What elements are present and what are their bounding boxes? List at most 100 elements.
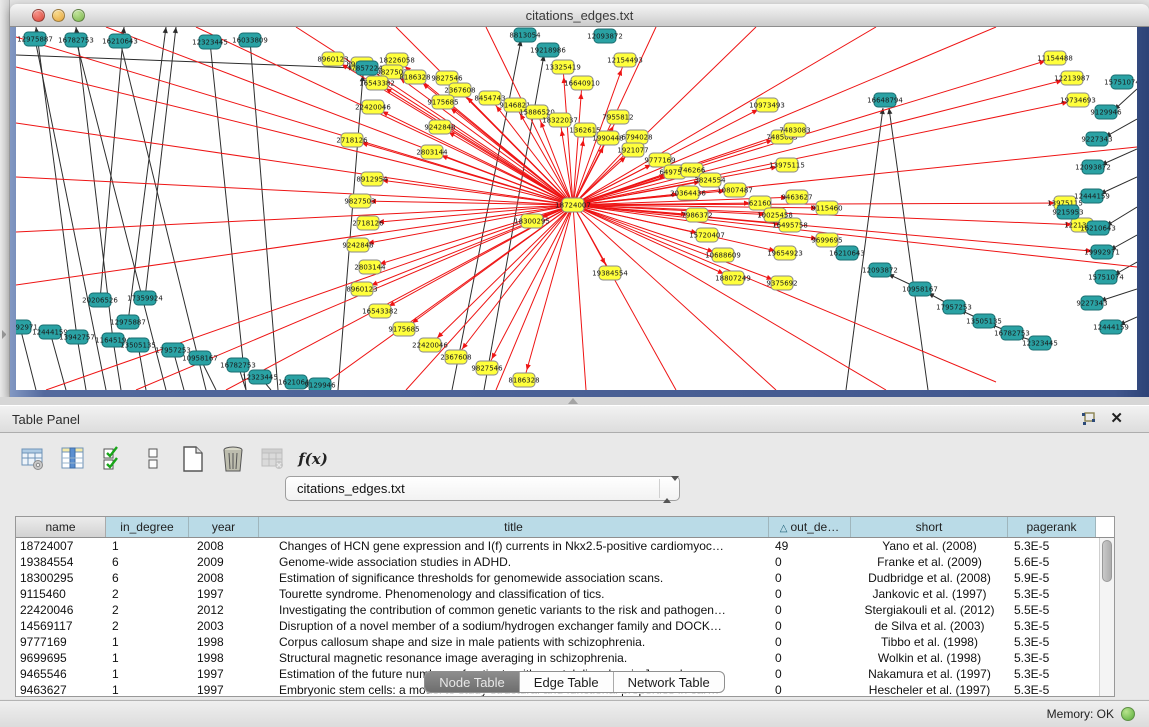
tab-network-table[interactable]: Network Table [614, 672, 724, 692]
graph-node[interactable]: 16782753 [220, 358, 256, 372]
graph-node-selected[interactable]: 8912954 [356, 172, 388, 186]
graph-node-selected[interactable]: 9175685 [388, 322, 419, 336]
table-row[interactable]: 1872400712008Changes of HCN gene express… [16, 538, 1114, 554]
graph-node[interactable]: 17957253 [936, 300, 972, 314]
graph-node[interactable]: 8813054 [509, 28, 541, 42]
select-column-icon[interactable] [58, 443, 88, 475]
graph-node-selected[interactable]: 9242848 [424, 120, 455, 134]
graph-node-selected[interactable]: 8186328 [399, 70, 430, 84]
graph-node-selected[interactable]: 2367608 [440, 350, 471, 364]
graph-node[interactable]: 16210643 [829, 246, 865, 260]
graph-node[interactable]: 15751074 [1104, 75, 1137, 89]
graph-node[interactable]: 20206526 [82, 293, 118, 307]
table-row[interactable]: 1830029562008Estimation of significance … [16, 570, 1114, 586]
graph-node[interactable]: 16210643 [102, 34, 138, 48]
delete-attribute-icon[interactable] [218, 443, 248, 475]
graph-node-selected[interactable]: 8960123 [317, 52, 348, 66]
graph-node-selected[interactable]: 20364436 [670, 186, 706, 200]
graph-node-selected[interactable]: 1921077 [617, 143, 648, 157]
graph-node-selected[interactable]: 7955812 [602, 110, 633, 124]
graph-node[interactable]: 12975887 [17, 32, 53, 46]
svg-text:9375692: 9375692 [766, 280, 797, 288]
graph-node-selected[interactable]: 22420046 [412, 338, 448, 352]
column-header-in_degree[interactable]: in_degree [106, 517, 189, 537]
table-row[interactable]: 2242004622012Investigating the contribut… [16, 602, 1114, 618]
table-row[interactable]: 969969511998Structural magnetic resonanc… [16, 650, 1114, 666]
graph-node-selected[interactable]: 9375692 [766, 276, 797, 290]
column-header-year[interactable]: year [189, 517, 259, 537]
table-row[interactable]: 977716911998Corpus callosum shape and si… [16, 634, 1114, 650]
horizontal-splitter[interactable] [0, 397, 1149, 405]
scrollbar-thumb[interactable] [1102, 540, 1112, 582]
tab-edge-table[interactable]: Edge Table [520, 672, 614, 692]
graph-node[interactable]: 17359924 [127, 291, 163, 305]
graph-node-selected[interactable]: 19734693 [1060, 93, 1096, 107]
close-panel-icon[interactable]: ✕ [1110, 411, 1123, 427]
table-options-icon[interactable] [18, 443, 48, 475]
float-window-icon[interactable] [1081, 412, 1096, 426]
graph-node-selected[interactable]: 10807487 [717, 183, 753, 197]
new-attribute-icon[interactable] [178, 443, 208, 475]
table-selector-dropdown[interactable]: citations_edges.txt [285, 476, 680, 501]
graph-node-selected[interactable]: 9175685 [427, 95, 458, 109]
table-row[interactable]: 1938455462009Genome-wide association stu… [16, 554, 1114, 570]
graph-node-selected[interactable]: 6794028 [621, 130, 652, 144]
graph-node-selected[interactable]: 12154493 [607, 53, 643, 67]
graph-node-selected[interactable]: 12213987 [1054, 71, 1090, 85]
column-header-name[interactable]: name [16, 517, 106, 537]
graph-node[interactable]: 9129946 [304, 378, 336, 390]
column-header-out_de[interactable]: △out_de… [769, 517, 851, 537]
graph-node[interactable]: 12975887 [110, 315, 146, 329]
graph-node-selected[interactable]: 15720407 [689, 228, 725, 242]
graph-node[interactable]: 16648794 [867, 93, 903, 107]
graph-node-selected[interactable]: 3824554 [694, 173, 726, 187]
graph-node-selected[interactable]: 1990448 [592, 131, 623, 145]
column-header-short[interactable]: short [851, 517, 1008, 537]
graph-node-selected[interactable]: 16640910 [564, 76, 600, 90]
graph-node-selected[interactable]: 8186328 [508, 373, 539, 387]
graph-node-selected[interactable]: 16543382 [362, 304, 398, 318]
network-canvas[interactable]: 1872400789601238912954182260589827503818… [16, 27, 1137, 390]
graph-node-selected[interactable]: 19384554 [592, 266, 628, 280]
graph-node[interactable]: 16782753 [58, 33, 94, 47]
graph-node-selected[interactable]: 13975115 [769, 158, 805, 172]
graph-node[interactable]: 9227343 [1081, 132, 1112, 146]
graph-node-selected[interactable]: 9827546 [471, 361, 503, 375]
memory-status-icon[interactable] [1121, 707, 1135, 721]
graph-node[interactable]: 13505135 [966, 314, 1002, 328]
graph-node-selected[interactable]: 9463627 [781, 190, 812, 204]
graph-node-selected[interactable]: 7483083 [779, 123, 810, 137]
graph-node[interactable]: 19218986 [530, 43, 566, 57]
graph-node-selected[interactable]: 7986372 [681, 208, 712, 222]
graph-node[interactable]: 12323445 [242, 370, 278, 384]
graph-node-selected[interactable]: 13325419 [545, 60, 581, 74]
network-window-titlebar[interactable]: citations_edges.txt [10, 4, 1149, 27]
graph-node[interactable]: 16033809 [232, 33, 268, 47]
tab-node-table[interactable]: Node Table [425, 672, 520, 692]
svg-text:16495758: 16495758 [772, 222, 808, 230]
graph-node[interactable]: 12323445 [192, 35, 228, 49]
graph-node[interactable]: 12323445 [1022, 336, 1058, 350]
graph-node[interactable]: 9227343 [1076, 296, 1107, 310]
clear-selection-icon[interactable] [138, 443, 168, 475]
function-builder-icon[interactable]: f(x) [298, 443, 328, 475]
graph-node-selected[interactable]: 9827503 [344, 194, 375, 208]
graph-node-selected[interactable]: 9699695 [811, 233, 842, 247]
delete-table-icon[interactable] [258, 443, 288, 475]
table-row[interactable]: 911546021997Tourette syndrome. Phenomeno… [16, 586, 1114, 602]
column-header-title[interactable]: title [259, 517, 769, 537]
graph-node-selected[interactable]: 8960123 [346, 282, 377, 296]
select-rows-icon[interactable] [98, 443, 128, 475]
graph-node-selected[interactable]: 19654923 [767, 246, 803, 260]
graph-node[interactable]: 9215953 [1052, 205, 1083, 219]
panel-grip-icon[interactable] [2, 330, 7, 339]
graph-node-selected[interactable]: 2718126 [336, 133, 368, 147]
column-header-pagerank[interactable]: pagerank [1008, 517, 1096, 537]
collapsed-side-panel[interactable] [0, 0, 10, 398]
graph-node-selected[interactable]: 9115460 [811, 201, 842, 215]
graph-node-selected[interactable]: 9242848 [342, 238, 373, 252]
table-row[interactable]: 1456911722003Disruption of a novel membe… [16, 618, 1114, 634]
splitter-handle-icon[interactable] [568, 398, 578, 404]
graph-node-selected[interactable]: 2718126 [352, 216, 384, 230]
graph-node[interactable]: 12093872 [587, 29, 623, 43]
